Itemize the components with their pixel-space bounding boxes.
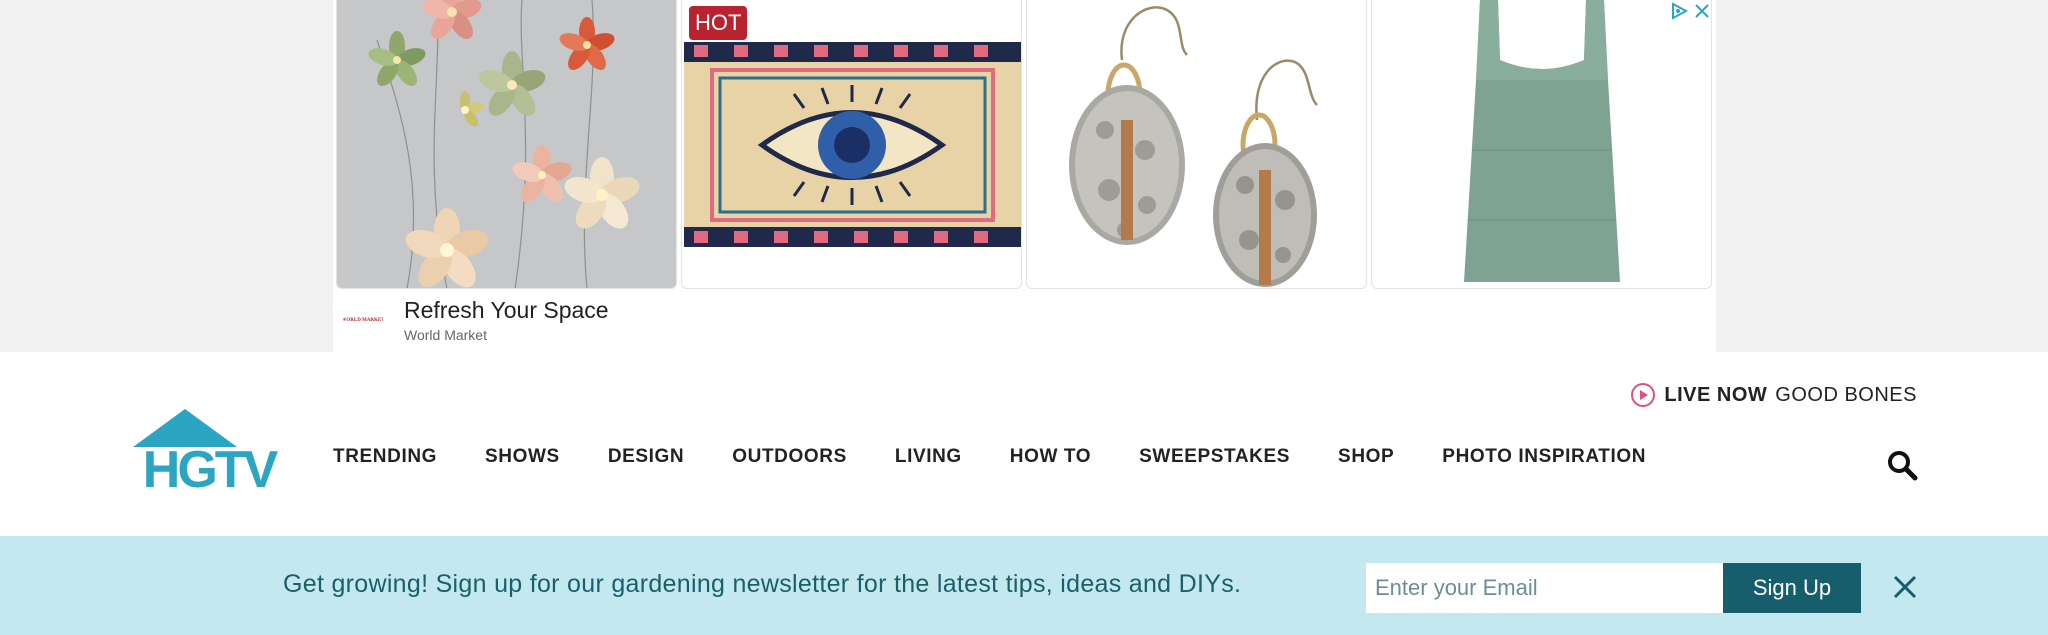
nav-item-photo-inspiration[interactable]: PHOTO INSPIRATION (1442, 446, 1646, 468)
green-linen-apron-image (1372, 0, 1711, 288)
search-button[interactable] (1886, 449, 1918, 481)
ad-product-tile-4[interactable] (1371, 0, 1712, 289)
nav-item-design[interactable]: DESIGN (608, 446, 684, 468)
newsletter-text: Get growing! Sign up for our gardening n… (283, 570, 1242, 598)
site-header: LIVE NOW GOOD BONES HGTV TRENDING SHOWS … (0, 352, 2048, 536)
adchoices[interactable] (1670, 2, 1710, 20)
ad-headline[interactable]: Refresh Your Space (404, 297, 609, 324)
nav-item-shows[interactable]: SHOWS (485, 446, 560, 468)
newsletter-close-button[interactable] (1892, 574, 1918, 600)
hammered-oval-earrings-image (1027, 0, 1366, 288)
ad-product-tile-1[interactable] (336, 0, 677, 289)
world-market-logo: WORLD MARKET (343, 307, 383, 331)
search-icon[interactable] (1886, 449, 1918, 481)
close-icon[interactable] (1694, 3, 1710, 19)
live-now-link[interactable]: LIVE NOW GOOD BONES (1630, 382, 1917, 408)
hgtv-logo[interactable]: HGTV (133, 409, 285, 499)
nav-item-sweepstakes[interactable]: SWEEPSTAKES (1139, 446, 1290, 468)
svg-text:WORLD MARKET: WORLD MARKET (343, 318, 383, 323)
nav-item-shop[interactable]: SHOP (1338, 446, 1394, 468)
newsletter-banner: Get growing! Sign up for our gardening n… (0, 536, 2048, 635)
ad-source: World Market (404, 327, 487, 343)
ad-product-tile-2[interactable]: HOT (681, 0, 1022, 289)
play-circle-icon (1631, 383, 1656, 407)
evil-eye-doormat-image (682, 0, 1021, 288)
hot-badge: HOT (689, 6, 748, 40)
flower-string-lights-image (337, 0, 676, 288)
world-market-logo-mark: WORLD MARKET (343, 318, 383, 323)
live-now-label: LIVE NOW (1664, 383, 1768, 406)
nav-item-trending[interactable]: TRENDING (333, 446, 437, 468)
svg-text:HGTV: HGTV (143, 441, 279, 489)
ad-product-tile-3[interactable] (1026, 0, 1367, 289)
ad-band: HOT WORLD MARKET Refresh Your Space Worl… (0, 0, 2048, 352)
nav-item-how-to[interactable]: HOW TO (1010, 446, 1091, 468)
sign-up-button[interactable]: Sign Up (1723, 563, 1861, 613)
email-field[interactable] (1366, 563, 1723, 613)
nav-item-outdoors[interactable]: OUTDOORS (732, 446, 847, 468)
nav-item-living[interactable]: LIVING (895, 446, 962, 468)
adchoices-icon[interactable] (1670, 2, 1688, 20)
live-show-name: GOOD BONES (1775, 383, 1917, 406)
ad-unit[interactable]: HOT WORLD MARKET Refresh Your Space Worl… (333, 0, 1716, 352)
main-nav: TRENDING SHOWS DESIGN OUTDOORS LIVING HO… (309, 446, 1670, 468)
close-icon[interactable] (1892, 574, 1918, 600)
ad-footer[interactable]: WORLD MARKET Refresh Your Space World Ma… (333, 289, 1716, 352)
